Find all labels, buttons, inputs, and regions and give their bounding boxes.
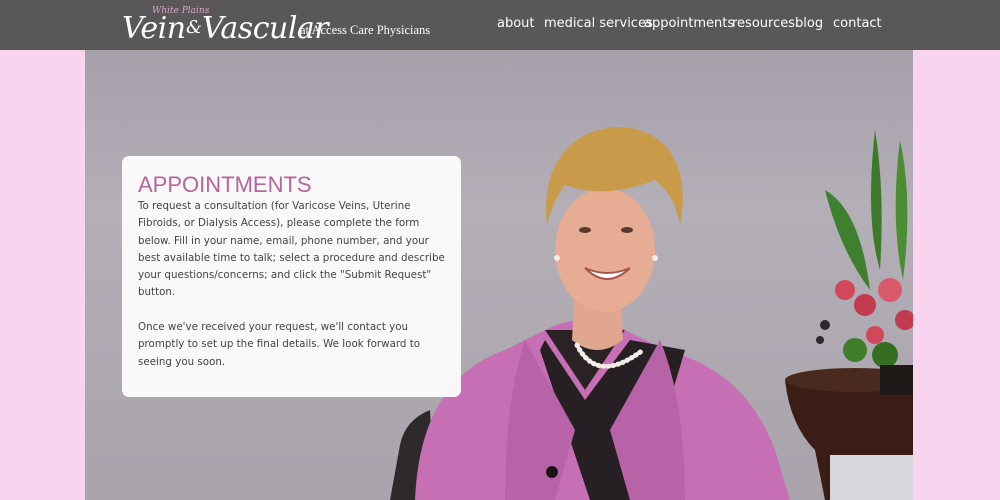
plant-leaf — [895, 140, 908, 280]
nav-resources[interactable]: resources — [732, 16, 795, 34]
earring — [554, 255, 560, 261]
right-eye — [621, 227, 633, 233]
panel-title: APPOINTMENTS — [138, 172, 312, 197]
logo-vein-text: Vein — [122, 11, 186, 46]
logo-ampersand: & — [186, 17, 203, 38]
nav-medical-services[interactable]: medical services — [544, 16, 653, 34]
nav-contact[interactable]: contact — [833, 16, 882, 34]
header-bar: White Plains Vein & Vascular at Access C… — [0, 0, 1000, 50]
site-logo[interactable]: White Plains Vein & Vascular at Access C… — [122, 6, 442, 46]
panel-intro-paragraph: To request a consultation (for Varicose … — [138, 200, 445, 299]
left-eye — [579, 227, 591, 233]
nav-appointments[interactable]: appointments — [644, 16, 734, 34]
panel-closing-paragraph: Once we've received your request, we'll … — [138, 321, 421, 368]
appointments-panel: APPOINTMENTS To request a consultation (… — [122, 156, 461, 397]
plant-leaf — [871, 130, 882, 270]
logo-subtitle: at Access Care Physicians — [300, 23, 431, 37]
vase — [880, 365, 913, 395]
plant-leaf — [825, 190, 870, 290]
nav-about[interactable]: about — [497, 16, 535, 34]
nav-blog[interactable]: blog — [795, 16, 823, 34]
flower-arrangement — [816, 278, 913, 368]
earring — [652, 255, 658, 261]
jacket-button — [546, 466, 558, 478]
face — [555, 188, 655, 312]
radiator — [830, 455, 913, 500]
